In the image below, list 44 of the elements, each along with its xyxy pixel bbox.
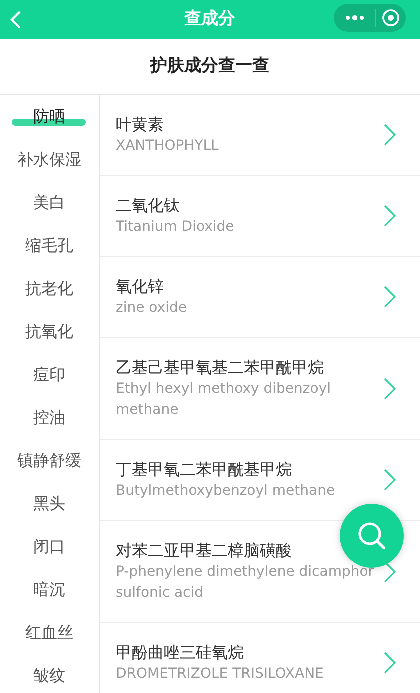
ingredient-name: 乙基己基甲氧基二苯甲酰甲烷 [116,357,325,379]
ingredient-name: 氧化锌 [116,276,165,298]
more-icon[interactable] [345,15,365,21]
page-title: 护肤成分查一查 [150,54,270,78]
ingredient-row[interactable]: 叶黄素 XANTHOPHYLL [100,95,420,176]
category-tab[interactable]: 暗沉 [0,568,99,611]
ingredient-name: 叶黄素 [116,114,165,136]
ingredient-english: Butylmethoxybenzoyl methane [116,482,336,501]
chevron-right-icon [384,286,396,308]
chevron-right-icon [384,205,396,227]
ingredient-english: DROMETRIZOLE TRISILOXANE [116,665,325,684]
category-tab[interactable]: 美白 [0,181,99,224]
chevron-right-icon [384,652,396,674]
ingredient-row[interactable]: 氧化锌 zine oxide [100,257,420,338]
category-tab[interactable]: 控油 [0,396,99,439]
search-icon [357,521,387,551]
back-icon[interactable] [10,10,22,30]
ingredient-row[interactable]: 乙基己基甲氧基二苯甲酰甲烷 Ethyl hexyl methoxy dibenzoyl methane [100,338,420,440]
category-tab[interactable]: 红血丝 [0,611,99,654]
category-tab[interactable]: 抗氧化 [0,310,99,353]
ingredient-english: Ethyl hexyl methoxy dibenzoyl methane [116,380,332,420]
category-tab[interactable]: 闭口 [0,525,99,568]
chevron-right-icon [384,469,396,491]
chevron-right-icon [384,124,396,146]
category-tab[interactable]: 黑头 [0,482,99,525]
category-tab[interactable]: 补水保湿 [0,138,99,181]
category-tab[interactable]: 镇静舒缓 [0,439,99,482]
close-target-icon[interactable] [382,9,400,27]
ingredient-english: Titanium Dioxide [116,218,236,237]
ingredient-row[interactable]: 二氧化钛 Titanium Dioxide [100,176,420,257]
ingredient-english: P-phenylene dimethylene dicamphor sulfonic acid [116,563,376,603]
ingredient-name: 二氧化钛 [116,195,181,217]
category-tab[interactable]: 皱纹 [0,654,99,693]
chevron-right-icon [384,378,396,400]
ingredient-name: 甲酚曲唑三硅氧烷 [116,642,245,664]
ingredient-name: 对苯二亚甲基二樟脑磺酸 [116,540,293,562]
ingredient-row[interactable]: 甲酚曲唑三硅氧烷 DROMETRIZOLE TRISILOXANE [100,623,420,693]
ingredient-english: XANTHOPHYLL [116,137,220,156]
ingredient-name: 丁基甲氧二苯甲酰基甲烷 [116,459,293,481]
ingredient-english: zine oxide [116,299,188,318]
nav-title: 查成分 [184,8,236,31]
category-tab[interactable]: 抗老化 [0,267,99,310]
category-tab[interactable]: 缩毛孔 [0,224,99,267]
category-tab[interactable]: 痘印 [0,353,99,396]
